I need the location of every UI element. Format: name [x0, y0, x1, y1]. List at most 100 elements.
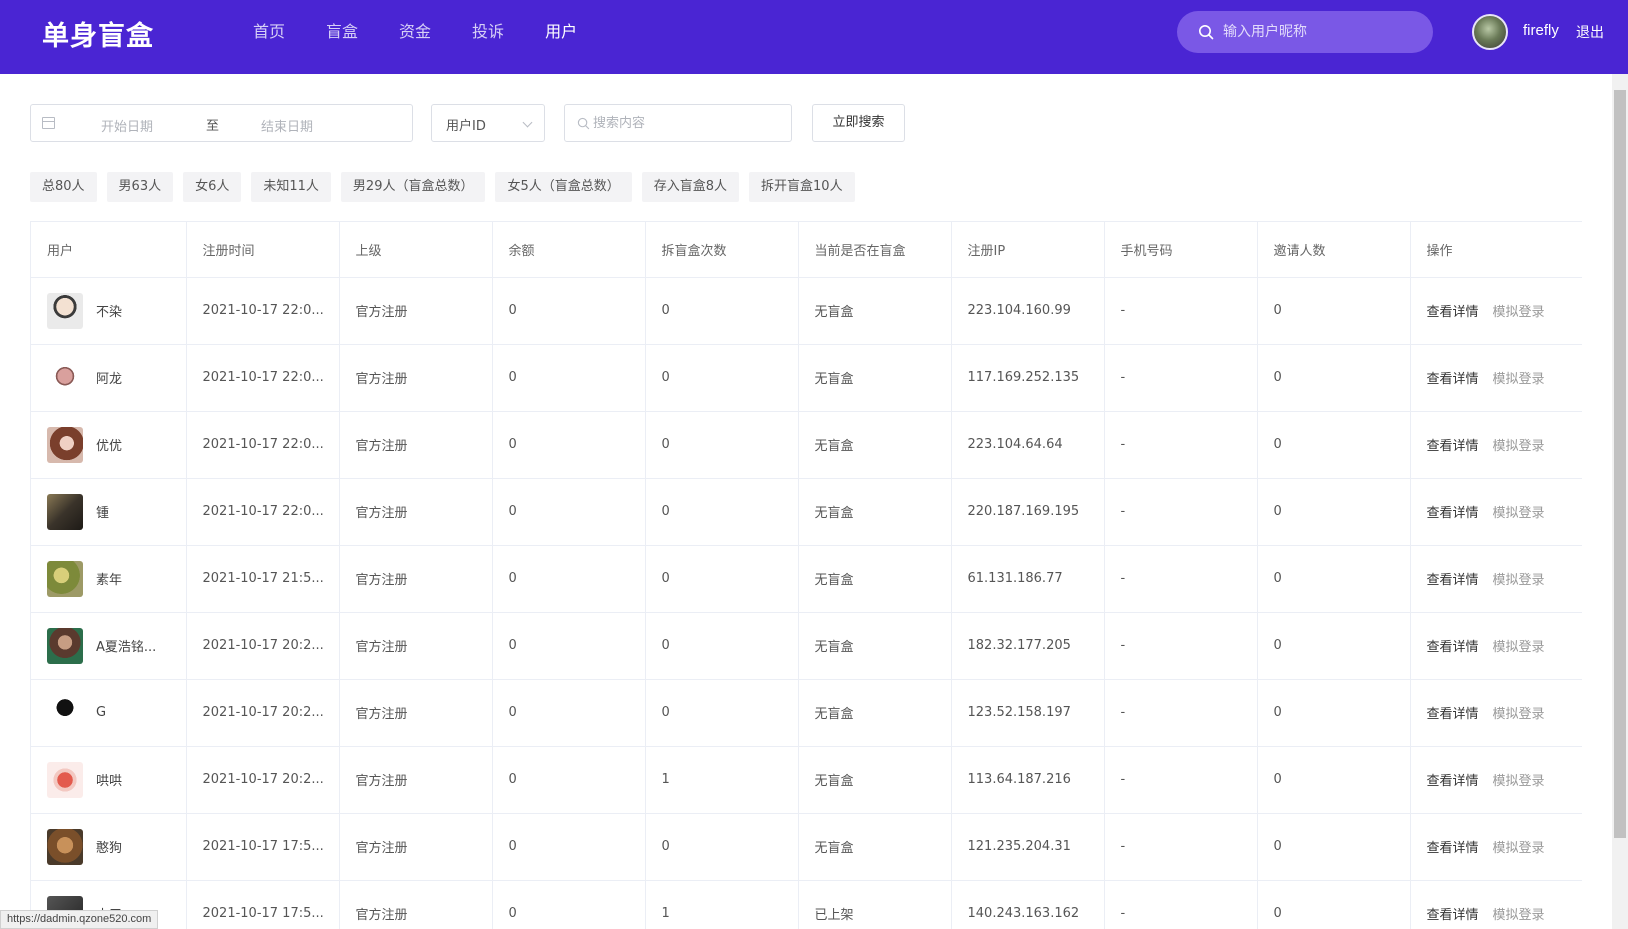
table-row: 哄哄 2021-10-17 20:2... 官方注册 0 1 无盲盒 113.64.187.… [31, 746, 1582, 814]
date-start-field[interactable]: 开始日期 [101, 116, 153, 135]
user-avatar [47, 828, 83, 865]
col-parent-header: 上级 [339, 222, 493, 278]
page-scrollbar-thumb[interactable] [1614, 90, 1626, 838]
in-box-status-cell: 无盲盒 [798, 277, 952, 345]
simulate-login-link[interactable]: 模拟登录 [1493, 640, 1545, 655]
search-icon[interactable] [1198, 24, 1214, 40]
view-detail-link[interactable]: 查看详情 [1427, 640, 1479, 655]
stat-chip: 男29人（盲盒总数） [340, 172, 486, 202]
user-name: 憨狗 [96, 841, 123, 856]
register-time-cell: 2021-10-17 22:0... [186, 277, 340, 345]
in-box-status-cell: 无盲盒 [798, 545, 952, 613]
simulate-login-link[interactable]: 模拟登录 [1493, 506, 1545, 521]
search-now-button[interactable]: 立即搜索 [812, 104, 905, 142]
date-range-picker[interactable]: 开始日期 至 结束日期 [30, 104, 413, 142]
balance-cell: 0 [492, 277, 646, 345]
nav-home[interactable]: 首页 [253, 0, 285, 74]
simulate-login-link[interactable]: 模拟登录 [1493, 372, 1545, 387]
table-row: A夏浩铭... 2021-10-17 20:2... 官方注册 0 0 无盲盒 182.32… [31, 612, 1582, 680]
current-user-avatar[interactable] [1472, 14, 1508, 50]
stat-chip: 总80人 [30, 172, 97, 202]
date-end-field[interactable]: 结束日期 [261, 116, 313, 135]
open-count-cell: 0 [645, 612, 799, 680]
stat-chip: 拆开盲盒10人 [749, 172, 855, 202]
balance-cell: 0 [492, 880, 646, 929]
user-name: G [96, 705, 107, 720]
simulate-login-link[interactable]: 模拟登录 [1493, 573, 1545, 588]
user-info: 憨狗 [47, 828, 185, 865]
simulate-login-link[interactable]: 模拟登录 [1493, 305, 1545, 320]
view-detail-link[interactable]: 查看详情 [1427, 372, 1479, 387]
register-time-cell: 2021-10-17 20:2... [186, 679, 340, 747]
in-box-status-cell: 无盲盒 [798, 612, 952, 680]
open-count-cell: 0 [645, 813, 799, 881]
open-count-cell: 1 [645, 880, 799, 929]
phone-cell: - [1104, 277, 1258, 345]
view-detail-link[interactable]: 查看详情 [1427, 774, 1479, 789]
open-count-cell: 0 [645, 277, 799, 345]
col-register-time-header: 注册时间 [186, 222, 340, 278]
phone-cell: - [1104, 813, 1258, 881]
view-detail-link[interactable]: 查看详情 [1427, 305, 1479, 320]
view-detail-link[interactable]: 查看详情 [1427, 908, 1479, 923]
nav-users[interactable]: 用户 [545, 0, 577, 74]
user-cell: A夏浩铭... [31, 612, 187, 680]
parent-cell: 官方注册 [339, 746, 493, 814]
user-avatar [47, 761, 83, 798]
register-ip-cell: 223.104.64.64 [951, 411, 1105, 479]
in-box-status-cell: 已上架 [798, 880, 952, 929]
register-time-cell: 2021-10-17 17:5... [186, 813, 340, 881]
user-name: 哄哄 [96, 774, 123, 789]
user-cell: 不染 [31, 277, 187, 345]
nav-blindbox[interactable]: 盲盒 [326, 0, 358, 74]
view-detail-link[interactable]: 查看详情 [1427, 573, 1479, 588]
simulate-login-link[interactable]: 模拟登录 [1493, 439, 1545, 454]
app-logo[interactable]: 单身盲盒 [42, 14, 154, 53]
user-info: A夏浩铭... [47, 627, 185, 664]
simulate-login-link[interactable]: 模拟登录 [1493, 774, 1545, 789]
simulate-login-link[interactable]: 模拟登录 [1493, 908, 1545, 923]
invite-count-cell: 0 [1257, 411, 1411, 479]
invite-count-cell: 0 [1257, 813, 1411, 881]
parent-cell: 官方注册 [339, 813, 493, 881]
simulate-login-link[interactable]: 模拟登录 [1493, 841, 1545, 856]
stat-chip: 存入盲盒8人 [641, 172, 740, 202]
actions-cell: 查看详情 模拟登录 [1410, 880, 1582, 929]
user-info: G [47, 694, 185, 731]
table-row: 憨狗 2021-10-17 17:5... 官方注册 0 0 无盲盒 121.235.204… [31, 813, 1582, 881]
invite-count-cell: 0 [1257, 344, 1411, 412]
register-ip-cell: 61.131.186.77 [951, 545, 1105, 613]
user-name: 优优 [96, 439, 123, 454]
table-row: 优优 2021-10-17 22:0... 官方注册 0 0 无盲盒 223.104.64.… [31, 411, 1582, 479]
view-detail-link[interactable]: 查看详情 [1427, 707, 1479, 722]
nav-funds[interactable]: 资金 [399, 0, 431, 74]
search-field-select[interactable]: 用户ID [431, 104, 545, 142]
open-count-cell: 1 [645, 746, 799, 814]
simulate-login-link[interactable]: 模拟登录 [1493, 707, 1545, 722]
search-content-box [564, 104, 792, 142]
search-content-input[interactable] [593, 105, 783, 141]
in-box-status-cell: 无盲盒 [798, 411, 952, 479]
balance-cell: 0 [492, 545, 646, 613]
invite-count-cell: 0 [1257, 679, 1411, 747]
nav-complaints[interactable]: 投诉 [472, 0, 504, 74]
in-box-status-cell: 无盲盒 [798, 478, 952, 546]
user-cell: 素年 [31, 545, 187, 613]
user-cell: 阿龙 [31, 344, 187, 412]
date-range-separator: 至 [206, 119, 220, 134]
table-row: 十三2021-10-17 17:5...官方注册01已上架140.243.163… [31, 880, 1582, 929]
actions-cell: 查看详情 模拟登录 [1410, 612, 1582, 680]
register-ip-cell: 140.243.163.162 [951, 880, 1105, 929]
user-nickname-input[interactable] [1223, 11, 1423, 53]
view-detail-link[interactable]: 查看详情 [1427, 506, 1479, 521]
actions-cell: 查看详情 模拟登录 [1410, 411, 1582, 479]
open-count-cell: 0 [645, 344, 799, 412]
logout-link[interactable]: 退出 [1576, 22, 1604, 42]
user-avatar [47, 359, 83, 396]
current-username[interactable]: firefly [1523, 22, 1559, 39]
view-detail-link[interactable]: 查看详情 [1427, 439, 1479, 454]
register-time-cell: 2021-10-17 17:5... [186, 880, 340, 929]
actions-cell: 查看详情 模拟登录 [1410, 813, 1582, 881]
view-detail-link[interactable]: 查看详情 [1427, 841, 1479, 856]
stat-chip: 未知11人 [251, 172, 331, 202]
